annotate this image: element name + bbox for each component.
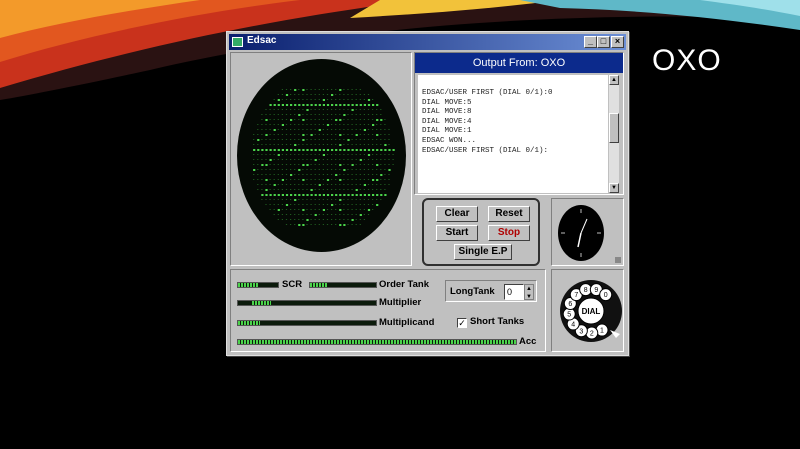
- edsac-window: Edsac _ □ × Output From: OXO EDSAC/USER …: [226, 31, 629, 356]
- dial-digit: 0: [604, 292, 608, 299]
- scr-meter: [237, 282, 279, 288]
- dial-digit: 1: [600, 328, 604, 335]
- output-scrollbar[interactable]: ▲ ▼: [609, 75, 619, 193]
- scr-label: SCR: [282, 279, 303, 290]
- clock-icon: [558, 205, 604, 261]
- multiplier-label: Multiplier: [379, 297, 422, 308]
- short-tanks-label: Short Tanks: [470, 316, 525, 327]
- multiplicand-meter: [237, 320, 377, 326]
- output-line: DIAL MOVE:4: [422, 117, 472, 126]
- dial-digit: 8: [584, 287, 588, 294]
- crt-display: [237, 59, 406, 252]
- output-line: EDSAC/USER FIRST (DIAL 0/1):: [422, 146, 549, 155]
- start-button[interactable]: Start: [436, 225, 478, 241]
- minimize-button[interactable]: _: [584, 36, 597, 48]
- crt-dot-matrix: [253, 89, 395, 226]
- output-line: DIAL MOVE:1: [422, 127, 472, 136]
- window-titlebar[interactable]: Edsac _ □ ×: [229, 34, 626, 50]
- dial-digit: 4: [571, 321, 575, 328]
- dial-label: DIAL: [582, 307, 601, 316]
- acc-meter: [237, 339, 517, 345]
- multiplicand-label: Multiplicand: [379, 317, 435, 328]
- maximize-button[interactable]: □: [597, 36, 610, 48]
- order-tank-label: Order Tank: [379, 279, 429, 290]
- output-line: EDSAC/USER FIRST (DIAL 0/1):0: [422, 89, 553, 97]
- output-header: Output From: OXO: [415, 53, 623, 73]
- control-panel: Clear Reset Start Stop Single E.P: [422, 198, 540, 266]
- output-line: DIAL MOVE:8: [422, 108, 472, 117]
- window-title: Edsac: [247, 35, 277, 46]
- close-button[interactable]: ×: [611, 36, 624, 48]
- crt-panel: [230, 52, 412, 266]
- scroll-thumb[interactable]: [609, 113, 619, 143]
- long-tank-input[interactable]: 0: [504, 284, 524, 300]
- stop-button[interactable]: Stop: [488, 225, 530, 241]
- resize-grip-icon: [615, 257, 621, 263]
- slide-title: OXO: [652, 44, 722, 77]
- dial-digit: 3: [579, 328, 583, 335]
- short-tanks-checkbox[interactable]: ✓: [457, 318, 467, 328]
- dial-digit: 7: [574, 292, 578, 299]
- scroll-down-icon[interactable]: ▼: [609, 183, 619, 193]
- long-tank-group: LongTank 0 ▲ ▼: [445, 280, 537, 302]
- order-tank-meter: [309, 282, 377, 288]
- dial-digit: 9: [594, 287, 598, 294]
- dial-digit: 6: [568, 301, 572, 308]
- output-line: EDSAC WON...: [422, 136, 477, 145]
- output-line: DIAL MOVE:5: [422, 98, 472, 107]
- output-text[interactable]: EDSAC/USER FIRST (DIAL 0/1):0 DIAL MOVE:…: [418, 75, 608, 193]
- dial-panel: DIAL 1 2 3 4 5 6 7 8 9 0: [551, 269, 624, 352]
- clock-panel: [551, 198, 624, 266]
- dial-digit: 2: [590, 330, 594, 337]
- acc-label: Acc: [519, 336, 537, 347]
- long-tank-spinner-icon[interactable]: ▲ ▼: [524, 284, 534, 300]
- multiplier-meter: [237, 300, 377, 306]
- output-panel: Output From: OXO EDSAC/USER FIRST (DIAL …: [414, 52, 624, 195]
- registers-panel: SCR Order Tank Multiplier Multiplicand A…: [230, 269, 546, 352]
- single-ep-button[interactable]: Single E.P: [454, 244, 512, 260]
- dial-digit: 5: [567, 312, 571, 319]
- scroll-up-icon[interactable]: ▲: [609, 75, 619, 85]
- long-tank-label: LongTank: [450, 286, 495, 297]
- reset-button[interactable]: Reset: [488, 206, 530, 222]
- app-icon: [232, 37, 243, 47]
- rotary-dial[interactable]: DIAL 1 2 3 4 5 6 7 8 9 0: [558, 276, 624, 346]
- clear-button[interactable]: Clear: [436, 206, 478, 222]
